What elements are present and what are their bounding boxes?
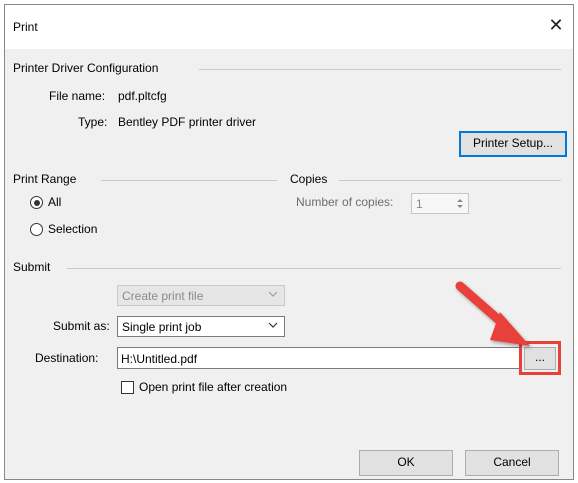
close-icon[interactable]: ✕ [545, 14, 567, 36]
radio-selected-dot [33, 199, 40, 206]
file-name-value: pdf.pltcfg [118, 89, 167, 103]
radio-selection-label[interactable]: Selection [48, 222, 97, 236]
copies-spinner[interactable]: 1 [411, 193, 469, 214]
open-after-creation-checkbox[interactable] [121, 381, 134, 394]
ok-button[interactable]: OK [359, 450, 453, 476]
print-range-label: Print Range [13, 172, 77, 186]
radio-all-label[interactable]: All [48, 195, 61, 209]
submit-as-combo[interactable]: Single print job [117, 316, 285, 337]
title-bar: Print ✕ [5, 5, 573, 49]
spinner-arrows-icon [457, 199, 463, 208]
copies-label: Copies [290, 172, 328, 186]
chevron-down-icon [268, 322, 278, 328]
section-divider [101, 180, 277, 181]
cancel-button[interactable]: Cancel [465, 450, 559, 476]
window-title: Print [13, 20, 38, 34]
print-dialog: Print ✕ Printer Driver Configuration Fil… [4, 4, 574, 480]
section-divider [67, 268, 561, 269]
printer-driver-config-label: Printer Driver Configuration [13, 61, 159, 75]
printer-setup-button[interactable]: Printer Setup... [459, 131, 567, 157]
radio-selection[interactable] [30, 223, 43, 236]
type-label: Type: [78, 115, 108, 129]
radio-all[interactable] [30, 196, 43, 209]
destination-value: H:\Untitled.pdf [121, 352, 198, 366]
submit-label: Submit [13, 260, 51, 274]
create-print-file-combo: Create print file [117, 285, 285, 306]
open-after-creation-label[interactable]: Open print file after creation [139, 380, 287, 394]
number-of-copies-label: Number of copies: [296, 195, 394, 209]
copies-value: 1 [416, 197, 423, 211]
submit-as-label: Submit as: [53, 319, 110, 333]
section-divider [339, 180, 561, 181]
type-value: Bentley PDF printer driver [118, 115, 257, 129]
submit-as-value: Single print job [122, 320, 202, 334]
chevron-down-icon [268, 291, 278, 297]
destination-label: Destination: [35, 351, 99, 365]
annotation-arrow-icon [455, 281, 530, 346]
section-divider [199, 69, 561, 70]
create-print-file-value: Create print file [122, 289, 204, 303]
file-name-label: File name: [49, 89, 106, 103]
